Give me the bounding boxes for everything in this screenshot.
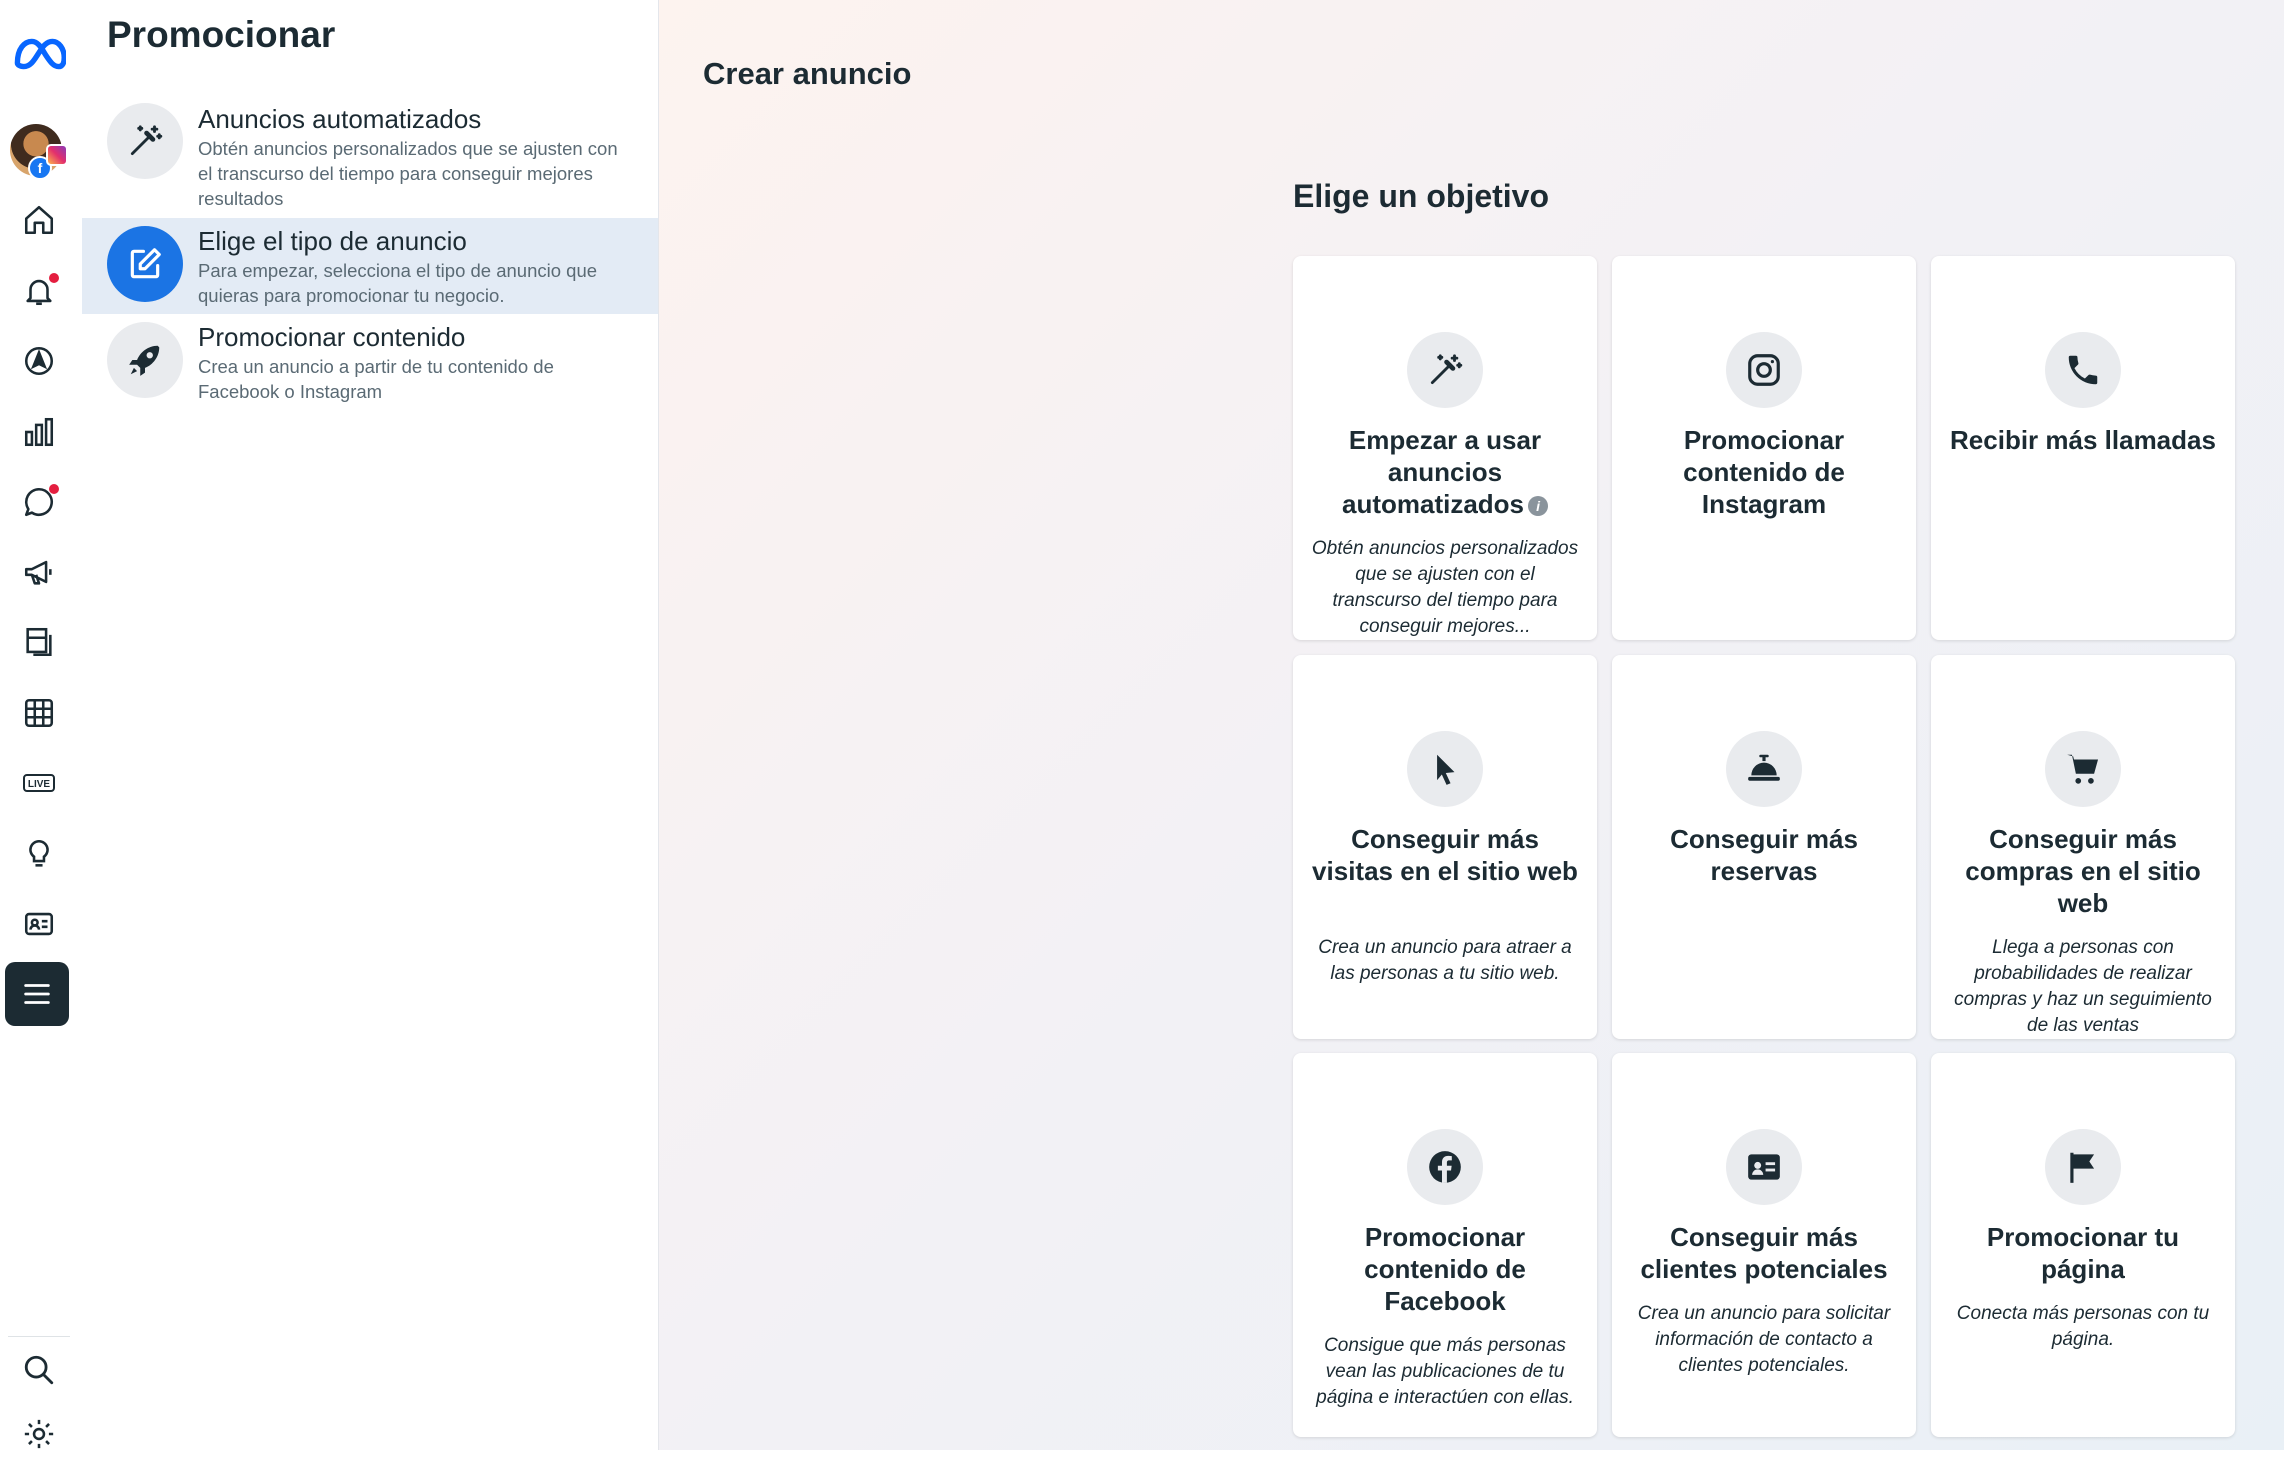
sidebar-item-title: Promocionar contenido — [198, 322, 466, 352]
rail-divider — [8, 1336, 70, 1337]
instagram-badge-icon — [46, 144, 68, 166]
card-title: Conseguir más compras en el sitio web — [1965, 824, 2201, 918]
sidebar-item-ad-type[interactable]: Elige el tipo de anuncio Para empezar, s… — [82, 218, 658, 314]
facebook-icon — [1407, 1129, 1483, 1205]
notification-dot — [49, 273, 59, 283]
sidebar-item-title: Elige el tipo de anuncio — [198, 226, 467, 256]
lightbulb-icon[interactable] — [11, 826, 67, 882]
main-content: Crear anuncio Elige un objetivo Empezar … — [659, 0, 2284, 1450]
objective-card-facebook[interactable]: Promocionar contenido de Facebook Consig… — [1293, 1053, 1597, 1437]
objective-card-instagram[interactable]: Promocionar contenido de Instagram — [1612, 256, 1916, 640]
sidebar-item-promote-content[interactable]: Promocionar contenido Crea un anuncio a … — [82, 314, 658, 410]
sidebar-item-desc: Obtén anuncios personalizados que se aju… — [198, 138, 618, 209]
phone-icon — [2045, 332, 2121, 408]
sidebar-item-automated-ads[interactable]: Anuncios automatizados Obtén anuncios pe… — [82, 96, 658, 218]
magic-wand-icon — [107, 103, 183, 179]
flag-icon — [2045, 1129, 2121, 1205]
card-desc: Consigue que más personas vean las publi… — [1316, 1335, 1574, 1408]
objective-card-calls[interactable]: Recibir más llamadas — [1931, 256, 2235, 640]
chat-icon[interactable] — [11, 474, 67, 530]
card-desc: Conecta más personas con tu página. — [1956, 1303, 2210, 1350]
meta-logo[interactable] — [11, 26, 67, 82]
page-title: Crear anuncio — [703, 56, 912, 91]
bar-chart-icon[interactable] — [11, 404, 67, 460]
section-title: Elige un objetivo — [1293, 178, 1550, 214]
instagram-icon — [1726, 332, 1802, 408]
id-card-icon[interactable] — [11, 896, 67, 952]
table-icon[interactable] — [11, 685, 67, 741]
objective-card-website-purchases[interactable]: Conseguir más compras en el sitio web Ll… — [1931, 655, 2235, 1039]
card-desc: Obtén anuncios personalizados que se aju… — [1311, 538, 1579, 637]
card-title: Conseguir más visitas en el sitio web — [1312, 824, 1578, 886]
objective-card-bookings[interactable]: Conseguir más reservas — [1612, 655, 1916, 1039]
live-icon[interactable]: LIVE — [11, 755, 67, 811]
card-title: Recibir más llamadas — [1950, 425, 2216, 455]
card-title: Promocionar tu página — [1986, 1222, 2180, 1284]
home-icon[interactable] — [11, 192, 67, 248]
icon-rail: f LIVE — [0, 0, 78, 1450]
card-title: Empezar a usar anuncios automatizados i — [1309, 424, 1581, 520]
cursor-icon — [1407, 731, 1483, 807]
megaphone-icon[interactable] — [11, 544, 67, 600]
card-desc: Crea un anuncio para solicitar informaci… — [1637, 1303, 1891, 1376]
service-bell-icon — [1726, 731, 1802, 807]
contact-card-icon — [1726, 1129, 1802, 1205]
card-title: Promocionar contenido de Instagram — [1683, 425, 1845, 519]
bell-icon[interactable] — [11, 263, 67, 319]
rocket-icon — [107, 322, 183, 398]
magic-wand-icon — [1407, 332, 1483, 408]
gear-icon[interactable] — [11, 1406, 67, 1462]
avatar[interactable]: f — [10, 124, 68, 180]
sidebar-item-title: Anuncios automatizados — [198, 104, 482, 134]
card-title: Conseguir más clientes potenciales — [1640, 1222, 1888, 1284]
card-desc: Llega a personas con probabilidades de r… — [1954, 937, 2212, 1036]
pages-icon[interactable] — [11, 614, 67, 670]
sidebar-item-desc: Crea un anuncio a partir de tu contenido… — [198, 356, 554, 402]
svg-text:LIVE: LIVE — [28, 779, 51, 790]
card-title: Promocionar contenido de Facebook — [1364, 1222, 1526, 1316]
card-title: Conseguir más reservas — [1670, 824, 1858, 886]
objective-card-leads[interactable]: Conseguir más clientes potenciales Crea … — [1612, 1053, 1916, 1437]
objective-card-page[interactable]: Promocionar tu página Conecta más person… — [1931, 1053, 2235, 1437]
info-icon[interactable]: i — [1528, 496, 1549, 516]
menu-icon[interactable] — [5, 962, 69, 1026]
sidebar-item-desc: Para empezar, selecciona el tipo de anun… — [198, 260, 598, 306]
objective-card-automated-ads[interactable]: Empezar a usar anuncios automatizados i O… — [1293, 256, 1597, 640]
objective-card-website-visits[interactable]: Conseguir más visitas en el sitio web Cr… — [1293, 655, 1597, 1039]
cart-icon — [2045, 731, 2121, 807]
search-icon[interactable] — [11, 1342, 67, 1398]
card-desc: Crea un anuncio para atraer a las person… — [1318, 937, 1572, 984]
edit-icon — [107, 226, 183, 302]
compass-icon[interactable] — [11, 333, 67, 389]
meta-logo-icon — [14, 38, 66, 70]
sidebar-title: Promocionar — [107, 14, 336, 55]
promote-sidebar: Promocionar Anuncios automatizados Obtén… — [82, 0, 659, 1450]
notification-dot — [49, 484, 59, 494]
